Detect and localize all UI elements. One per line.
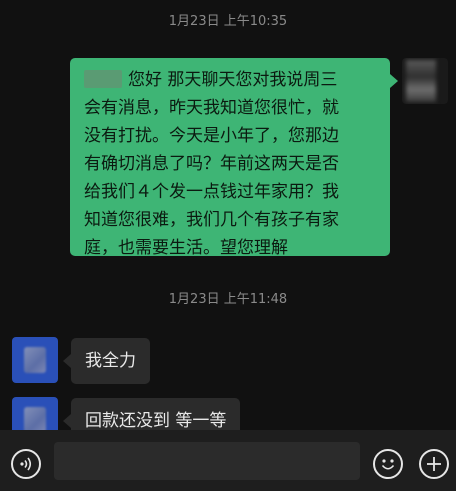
message-text: 回款还没到 等一等 — [85, 411, 227, 431]
their-message-bubble[interactable]: 我全力 — [71, 338, 150, 384]
message-line-6: 知道您很难，我们几个有孩子有家 — [84, 210, 339, 230]
message-input[interactable] — [54, 442, 360, 480]
message-line-1: 您好 那天聊天您对我说周三 — [84, 66, 376, 94]
message-line-5: 给我们４个发一点钱过年家用？我 — [84, 182, 339, 202]
redacted-name — [84, 70, 122, 88]
timestamp-2: 1月23日 上午11:48 — [168, 292, 288, 307]
contact-avatar[interactable] — [12, 337, 58, 383]
emoji-icon[interactable] — [373, 449, 403, 479]
message-line-2: 会有消息，昨天我知道您很忙，就 — [84, 98, 339, 118]
timestamp-1: 1月23日 上午10:35 — [168, 14, 288, 29]
my-avatar[interactable] — [402, 58, 448, 104]
message-line-4: 有确切消息了吗？年前这两天是否 — [84, 154, 339, 174]
input-bar — [0, 430, 456, 491]
voice-icon[interactable] — [11, 449, 41, 479]
message-line-7: 庭，也需要生活。望您理解 — [84, 238, 288, 258]
message-line-3: 没有打扰。今天是小年了，您那边 — [84, 126, 339, 146]
add-icon[interactable] — [419, 449, 449, 479]
message-text: 我全力 — [85, 351, 136, 371]
my-message-bubble[interactable]: 您好 那天聊天您对我说周三 会有消息，昨天我知道您很忙，就 没有打扰。今天是小年… — [70, 58, 390, 258]
